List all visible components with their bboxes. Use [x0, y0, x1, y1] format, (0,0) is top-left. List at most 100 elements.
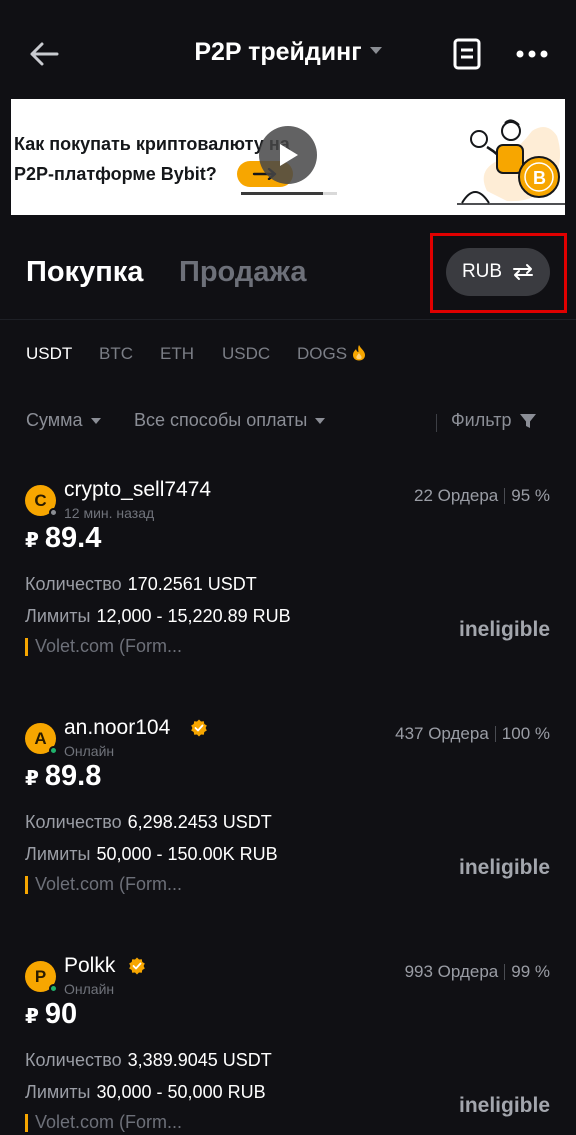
- more-dots-icon: [516, 50, 548, 58]
- fiat-currency-label: RUB: [461, 261, 503, 282]
- price-value: 89.4: [44, 522, 102, 554]
- back-arrow-icon: [30, 42, 59, 66]
- payment-method-filter-label: Все способы оплаты: [134, 410, 308, 430]
- limits-value: 50,000 - 150.00K RUB: [96, 844, 278, 864]
- limits-value: 12,000 - 15,220.89 RUB: [96, 606, 291, 626]
- divider: [504, 964, 506, 980]
- ineligible-label: ineligible: [458, 856, 550, 879]
- swap-arrows-icon: [513, 264, 534, 280]
- offline-status-dot: [49, 508, 58, 517]
- fiat-currency-switch-button[interactable]: RUB: [446, 248, 550, 296]
- crypto-illustration-icon: B: [457, 119, 565, 205]
- page-title-dropdown[interactable]: P2P трейдинг: [194, 38, 382, 67]
- coin-tab-usdt[interactable]: USDT: [26, 344, 72, 364]
- price-value: 89.8: [44, 760, 102, 792]
- limits-label: Лимиты: [25, 1082, 91, 1102]
- filter-bar: Сумма Все способы оплаты Фильтр: [0, 404, 576, 438]
- play-icon: [280, 144, 298, 166]
- merchant-online-status: Онлайн: [64, 743, 115, 759]
- coin-tab-dogs-label: DOGS: [297, 344, 348, 363]
- video-play-button[interactable]: [259, 126, 317, 184]
- price-value: 90: [44, 998, 78, 1030]
- more-menu-button[interactable]: [510, 36, 554, 72]
- promo-banner[interactable]: Как покупать криптовалюту на P2P-платфор…: [11, 99, 565, 215]
- quantity-value: 3,389.9045 USDT: [127, 1050, 272, 1070]
- coin-tab-eth[interactable]: ETH: [160, 344, 194, 364]
- chevron-down-icon: [90, 417, 101, 424]
- orders-count: 437 Ордера: [395, 724, 489, 743]
- orders-button[interactable]: [450, 36, 484, 72]
- ineligible-label: ineligible: [458, 618, 550, 641]
- funnel-icon: [520, 413, 537, 428]
- quantity-value: 6,298.2453 USDT: [127, 812, 272, 832]
- filter-button[interactable]: Фильтр: [451, 410, 537, 431]
- tab-buy[interactable]: Покупка: [26, 256, 143, 289]
- quantity-label: Количество: [25, 574, 122, 594]
- merchant-stats: 22 Ордера 95 %: [414, 486, 550, 506]
- banner-line-1: Как покупать криптовалюту на: [14, 134, 290, 154]
- orders-list-icon: [453, 38, 481, 70]
- offer-card[interactable]: P Polkk Онлайн 993 Ордера 99 % ₽ 90 Коли…: [0, 954, 576, 1135]
- limits-row: Лимиты 30,000 - 50,000 RUB: [25, 1082, 266, 1103]
- currency-symbol: ₽: [25, 768, 39, 790]
- limits-row: Лимиты 50,000 - 150.00K RUB: [25, 844, 278, 865]
- currency-symbol: ₽: [25, 530, 39, 552]
- page-title: P2P трейдинг: [194, 38, 362, 66]
- verified-badge-icon: [129, 957, 145, 975]
- quantity-label: Количество: [25, 1050, 122, 1070]
- merchant-stats: 993 Ордера 99 %: [405, 962, 550, 982]
- coin-tab-btc[interactable]: BTC: [99, 344, 133, 364]
- limits-row: Лимиты 12,000 - 15,220.89 RUB: [25, 606, 291, 627]
- trade-side-tabs: Покупка Продажа RUB: [0, 228, 576, 320]
- completion-rate: 99 %: [511, 962, 550, 981]
- merchant-last-seen: 12 мин. назад: [64, 505, 155, 521]
- quantity-row: Количество 3,389.9045 USDT: [25, 1050, 272, 1071]
- orders-count: 993 Ордера: [404, 962, 499, 981]
- video-progress-fill: [241, 192, 323, 195]
- payment-method: Volet.com (Form...: [25, 636, 182, 657]
- payment-method-label: Volet.com (Form...: [35, 874, 183, 894]
- filter-button-label: Фильтр: [451, 410, 512, 430]
- quantity-value: 170.2561 USDT: [127, 574, 257, 594]
- online-status-dot: [49, 984, 58, 993]
- limits-label: Лимиты: [25, 844, 91, 864]
- offer-card[interactable]: A an.noor104 Онлайн 437 Ордера 100 % ₽ 8…: [0, 716, 576, 926]
- quantity-row: Количество 170.2561 USDT: [25, 574, 257, 595]
- top-bar: P2P трейдинг: [0, 0, 576, 100]
- tab-sell[interactable]: Продажа: [179, 256, 306, 289]
- online-status-dot: [49, 746, 58, 755]
- coin-tab-usdc[interactable]: USDC: [222, 344, 270, 364]
- limits-value: 30,000 - 50,000 RUB: [96, 1082, 266, 1102]
- fire-icon: [352, 345, 365, 361]
- merchant-name[interactable]: Polkk: [64, 954, 115, 978]
- back-button[interactable]: [22, 32, 66, 76]
- merchant-name[interactable]: an.noor104: [64, 716, 170, 740]
- video-progress-bar[interactable]: [241, 192, 337, 195]
- p2p-trading-screen: P2P трейдинг Как покупать криптовалюту н…: [0, 0, 576, 1135]
- payment-method: Volet.com (Form...: [25, 1112, 182, 1133]
- payment-method-label: Volet.com (Form...: [35, 636, 183, 656]
- quantity-label: Количество: [25, 812, 122, 832]
- orders-count: 22 Ордера: [414, 486, 499, 505]
- currency-symbol: ₽: [25, 1006, 39, 1028]
- limits-label: Лимиты: [25, 606, 91, 626]
- completion-rate: 95 %: [511, 486, 550, 505]
- merchant-stats: 437 Ордера 100 %: [395, 724, 550, 744]
- payment-color-bar: [25, 1113, 28, 1132]
- divider: [504, 488, 506, 504]
- price: ₽ 89.4: [25, 522, 101, 555]
- divider: [494, 726, 496, 742]
- payment-method-filter[interactable]: Все способы оплаты: [134, 410, 326, 431]
- svg-text:B: B: [533, 168, 546, 188]
- coin-tab-dogs[interactable]: DOGS: [297, 344, 366, 364]
- amount-filter-label: Сумма: [26, 410, 83, 430]
- verified-badge-icon: [191, 719, 207, 737]
- completion-rate: 100 %: [501, 724, 550, 743]
- amount-filter[interactable]: Сумма: [26, 410, 101, 431]
- ineligible-label: ineligible: [458, 1094, 550, 1117]
- payment-color-bar: [25, 875, 28, 894]
- merchant-name[interactable]: crypto_sell7474: [64, 478, 211, 502]
- chevron-down-icon: [315, 417, 326, 424]
- title-wrap: P2P трейдинг: [0, 38, 576, 67]
- offer-card[interactable]: C crypto_sell7474 12 мин. назад 22 Ордер…: [0, 478, 576, 688]
